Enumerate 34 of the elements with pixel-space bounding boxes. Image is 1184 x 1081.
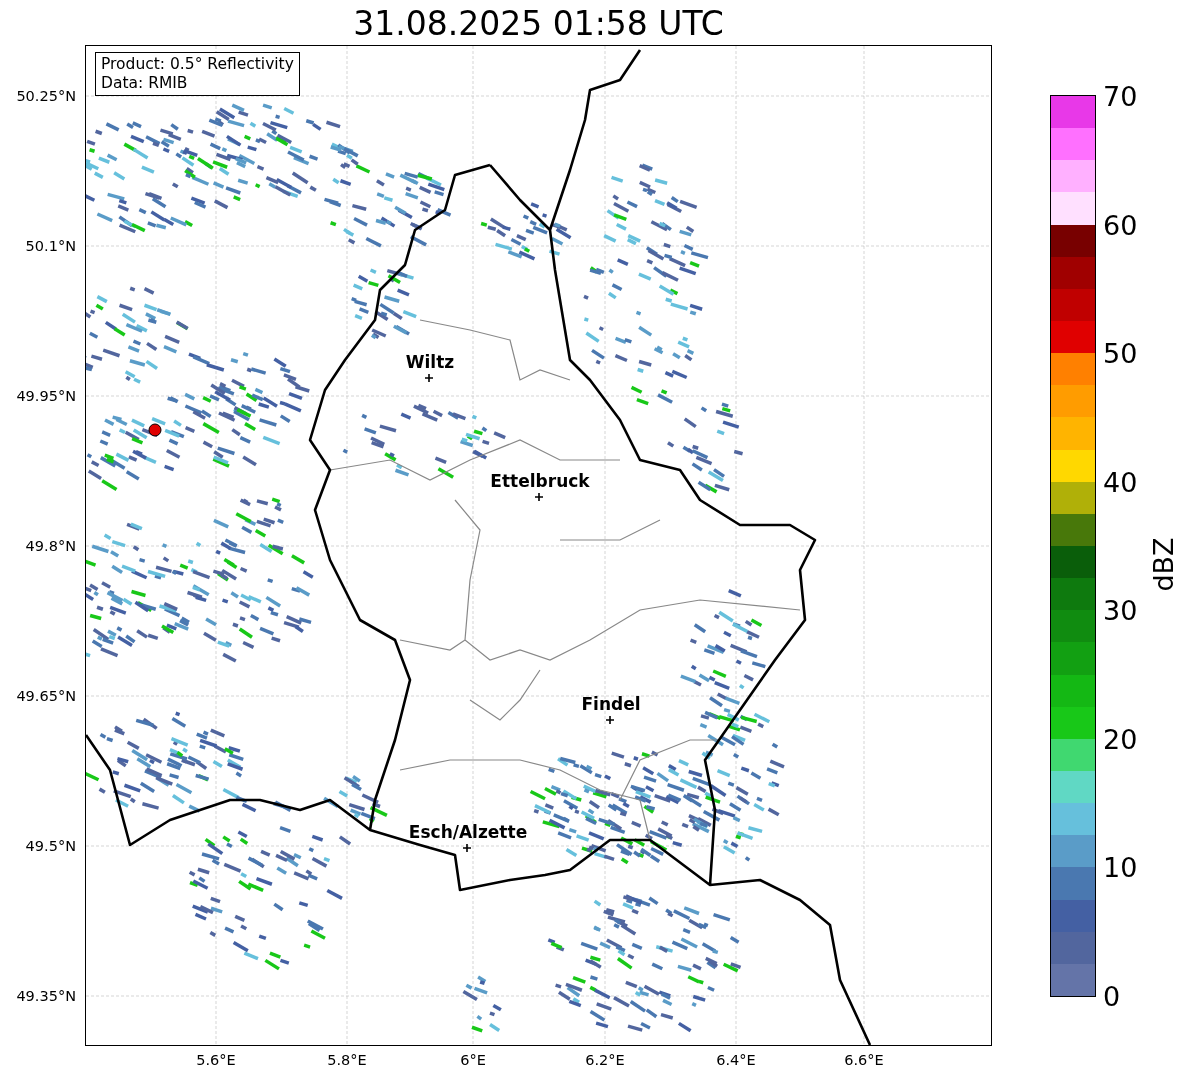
radar-site-marker [148,423,162,437]
city-marker-icon [534,492,544,502]
axis-tick-label: 49.5°N [25,838,76,854]
axis-tick-label: 6°E [460,1052,486,1068]
axis-tick-label: 6.6°E [844,1052,884,1068]
axis-tick-label: 6.2°E [585,1052,625,1068]
colorbar-tick-label: 70 [1103,80,1138,112]
colorbar-tick-label: 20 [1103,723,1138,755]
colorbar-tick-label: 40 [1103,466,1138,498]
city-marker-icon [462,843,472,853]
city-label: Esch/Alzette [408,822,528,842]
axis-tick-label: 5.6°E [196,1052,236,1068]
city-marker-icon [424,373,434,383]
colorbar-label: dBZ [1147,536,1179,592]
axis-tick-label: 49.65°N [16,688,76,704]
chart-title: 31.08.2025 01:58 UTC [352,4,725,44]
axis-tick-label: 5.8°E [327,1052,367,1068]
city-label: Ettelbruck [490,471,590,491]
axis-tick-label: 6.4°E [716,1052,756,1068]
colorbar-tick-label: 10 [1103,851,1138,883]
axis-tick-label: 49.35°N [16,988,76,1004]
axis-tick-label: 50.25°N [16,88,76,104]
city-marker-icon [605,715,615,725]
axis-tick-label: 49.95°N [16,388,76,404]
colorbar-tick-label: 50 [1103,337,1138,369]
city-label: Findel [581,694,641,714]
city-label: Wiltz [405,352,455,372]
info-text: Product: 0.5° Reflectivity [101,55,294,74]
info-text: Data: RMIB [101,74,189,93]
axis-tick-label: 50.1°N [25,238,76,254]
colorbar-tick-label: 30 [1103,594,1138,626]
axis-tick-label: 49.8°N [25,538,76,554]
colorbar-tick-label: 0 [1103,980,1121,1012]
colorbar-tick-label: 60 [1103,209,1138,241]
